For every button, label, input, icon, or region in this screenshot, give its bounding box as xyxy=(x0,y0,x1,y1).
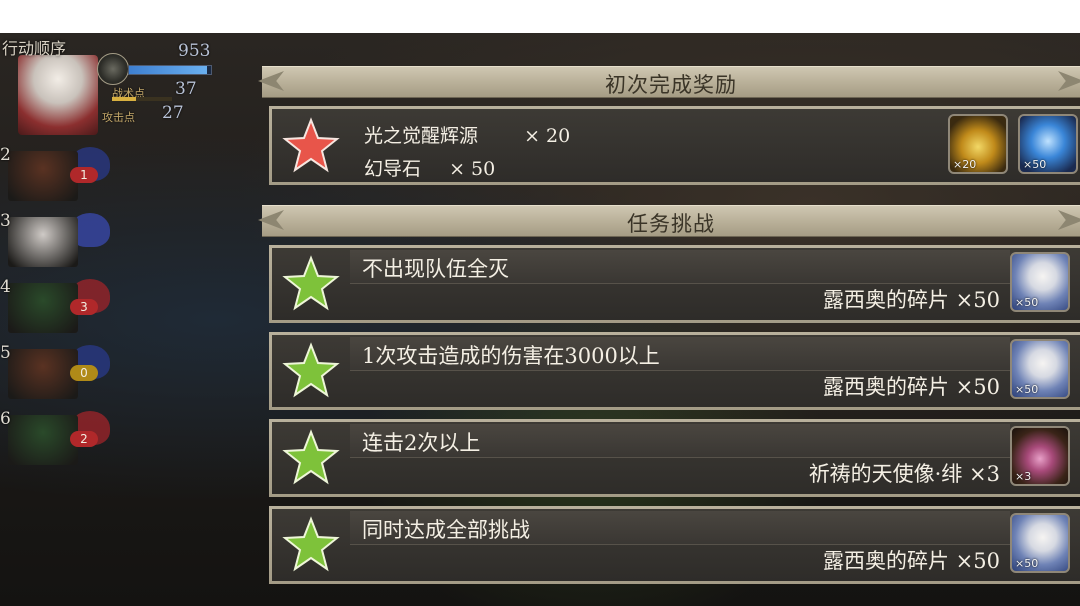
first-reward-line-2: 幻导石 × 50 xyxy=(364,154,495,181)
queue-position: 5 xyxy=(0,343,11,363)
mission-title-bar: 1次攻击造成的伤害在3000以上 xyxy=(350,337,1010,371)
unit-portrait xyxy=(8,217,78,267)
item-count: ×50 xyxy=(1015,557,1039,570)
mission-title: 同时达成全部挑战 xyxy=(362,518,530,542)
mission-row: 连击2次以上祈祷的天使像·绯 ×3 ×3 xyxy=(269,419,1080,497)
mission-row-inner: 同时达成全部挑战露西奥的碎片 ×50 ×50 xyxy=(272,509,1080,581)
gauge-icon xyxy=(97,53,129,85)
queue-position: 4 xyxy=(0,277,11,297)
blue-crystal-icon[interactable]: ×50 xyxy=(1018,114,1078,174)
mission-star-icon xyxy=(282,429,340,485)
turn-queue-item[interactable]: 43 xyxy=(0,277,170,337)
first-reward-line-1: 光之觉醒辉源 × 20 xyxy=(364,121,570,148)
angel-statue-icon[interactable]: ×3 xyxy=(1010,426,1070,486)
first-clear-header: 初次完成奖励 xyxy=(262,66,1080,98)
skill-points-bar xyxy=(112,97,172,101)
skill-points-fill xyxy=(112,97,136,101)
first-clear-star-icon xyxy=(282,116,340,172)
unit-portrait xyxy=(8,283,78,333)
mission-reward: 露西奥的碎片 ×50 xyxy=(823,549,1000,573)
hp-bar xyxy=(128,65,212,75)
item-count: ×50 xyxy=(1015,383,1039,396)
hp-bar-fill xyxy=(129,66,207,74)
skill-points-value: 37 xyxy=(175,79,197,99)
unit-portrait xyxy=(8,415,78,465)
item-count: ×50 xyxy=(1015,296,1039,309)
missions-header-label: 任务挑战 xyxy=(627,212,715,236)
mission-row: 同时达成全部挑战露西奥的碎片 ×50 ×50 xyxy=(269,506,1080,584)
mission-row: 不出现队伍全灭露西奥的碎片 ×50 ×50 xyxy=(269,245,1080,323)
attack-points-value: 27 xyxy=(162,103,184,123)
queue-position: 3 xyxy=(0,211,11,231)
mission-star-icon xyxy=(282,255,340,311)
queue-position: 2 xyxy=(0,145,11,165)
mission-title-bar: 同时达成全部挑战 xyxy=(350,511,1010,545)
unit-portrait xyxy=(8,151,78,201)
unit-badge: 0 xyxy=(70,365,98,381)
light-flame-icon[interactable]: ×20 xyxy=(948,114,1008,174)
lucio-portrait-icon[interactable]: ×50 xyxy=(1010,339,1070,399)
lucio-portrait-icon[interactable]: ×50 xyxy=(1010,513,1070,573)
mission-row-inner: 连击2次以上祈祷的天使像·绯 ×3 ×3 xyxy=(272,422,1080,494)
battle-screen: 行动顺序 953 战术点 37 攻击点 27 213435062 初次完成奖励 … xyxy=(0,33,1080,606)
mission-title: 不出现队伍全灭 xyxy=(362,257,509,281)
attack-points-label: 攻击点 xyxy=(102,111,135,124)
turn-queue-item[interactable]: 62 xyxy=(0,409,170,469)
queue-position: 6 xyxy=(0,409,11,429)
item-count: ×20 xyxy=(953,158,977,171)
unit-portrait xyxy=(8,349,78,399)
active-unit-portrait[interactable] xyxy=(18,55,98,135)
first-reward-qty-1: × 20 xyxy=(524,125,571,147)
missions-header: 任务挑战 xyxy=(262,205,1080,237)
mission-star-icon xyxy=(282,516,340,572)
first-reward-name-2: 幻导石 xyxy=(364,158,422,180)
mission-reward: 露西奥的碎片 ×50 xyxy=(823,288,1000,312)
item-count: ×50 xyxy=(1023,158,1047,171)
first-reward-qty-2: × 50 xyxy=(449,158,496,180)
first-clear-header-label: 初次完成奖励 xyxy=(605,73,737,97)
turn-queue-item[interactable]: 3 xyxy=(0,211,170,271)
hp-value: 953 xyxy=(178,41,211,61)
mission-row-inner: 不出现队伍全灭露西奥的碎片 ×50 ×50 xyxy=(272,248,1080,320)
first-reward-name-1: 光之觉醒辉源 xyxy=(364,125,479,147)
mission-reward: 露西奥的碎片 ×50 xyxy=(823,375,1000,399)
first-clear-row-inner: 光之觉醒辉源 × 20 幻导石 × 50 ×20 ×50 xyxy=(272,109,1080,182)
first-clear-row: 光之觉醒辉源 × 20 幻导石 × 50 ×20 ×50 xyxy=(269,106,1080,185)
turn-order-panel: 行动顺序 953 战术点 37 攻击点 27 213435062 xyxy=(0,33,240,606)
lucio-portrait-icon[interactable]: ×50 xyxy=(1010,252,1070,312)
mission-title-bar: 连击2次以上 xyxy=(350,424,1010,458)
unit-badge: 1 xyxy=(70,167,98,183)
mission-title-bar: 不出现队伍全灭 xyxy=(350,250,1010,284)
mission-title: 1次攻击造成的伤害在3000以上 xyxy=(362,344,660,368)
mission-row: 1次攻击造成的伤害在3000以上露西奥的碎片 ×50 ×50 xyxy=(269,332,1080,410)
turn-queue-item[interactable]: 50 xyxy=(0,343,170,403)
unit-badge: 3 xyxy=(70,299,98,315)
mission-row-inner: 1次攻击造成的伤害在3000以上露西奥的碎片 ×50 ×50 xyxy=(272,335,1080,407)
item-count: ×3 xyxy=(1015,470,1032,483)
mission-title: 连击2次以上 xyxy=(362,431,481,455)
unit-badge: 2 xyxy=(70,431,98,447)
mission-reward: 祈祷的天使像·绯 ×3 xyxy=(808,462,1000,486)
turn-order-title: 行动顺序 xyxy=(2,39,67,58)
turn-queue-item[interactable]: 21 xyxy=(0,145,170,205)
mission-star-icon xyxy=(282,342,340,398)
